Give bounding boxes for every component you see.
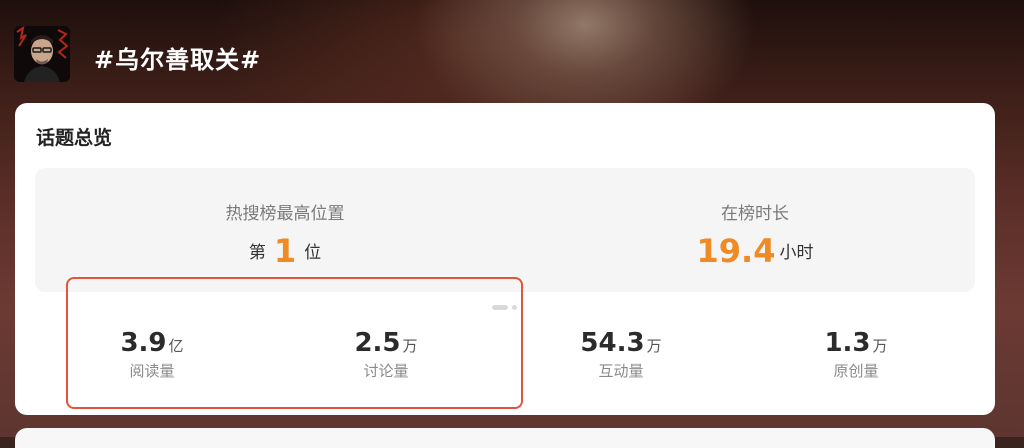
stat-interaction[interactable]: 54.3 万 互动量 bbox=[521, 328, 721, 381]
portrait-icon bbox=[14, 26, 70, 82]
stat-unit: 万 bbox=[872, 337, 888, 355]
duration-label: 在榜时长 bbox=[721, 204, 789, 224]
duration-number: 19.4 bbox=[696, 232, 776, 270]
carousel-indicator[interactable] bbox=[488, 297, 517, 316]
rank-suffix: 位 bbox=[304, 243, 322, 263]
hot-search-panel: 热搜榜最高位置 第1位 在榜时长 19.4 小时 bbox=[35, 168, 975, 292]
indicator-active bbox=[492, 305, 508, 310]
duration-value: 19.4 小时 bbox=[605, 232, 905, 270]
rank-number: 1 bbox=[273, 232, 297, 270]
avatar[interactable] bbox=[14, 26, 70, 82]
indicator-dot bbox=[512, 305, 517, 310]
stat-unit: 万 bbox=[646, 337, 662, 355]
rank-value: 第1位 bbox=[135, 232, 435, 270]
rank-prefix: 第 bbox=[248, 243, 266, 263]
rank-label: 热搜榜最高位置 bbox=[225, 204, 345, 224]
card-title: 话题总览 bbox=[36, 127, 113, 149]
next-card-edge bbox=[15, 428, 995, 448]
stat-label: 原创量 bbox=[833, 362, 879, 380]
stat-original[interactable]: 1.3 万 原创量 bbox=[756, 328, 956, 381]
stat-value: 1.3 bbox=[824, 328, 871, 358]
stat-value: 54.3 bbox=[580, 328, 645, 358]
duration-unit: 小时 bbox=[779, 243, 814, 263]
topic-title: #乌尔善取关# bbox=[94, 46, 262, 74]
highlight-box bbox=[66, 277, 523, 409]
stat-label: 互动量 bbox=[598, 362, 644, 380]
